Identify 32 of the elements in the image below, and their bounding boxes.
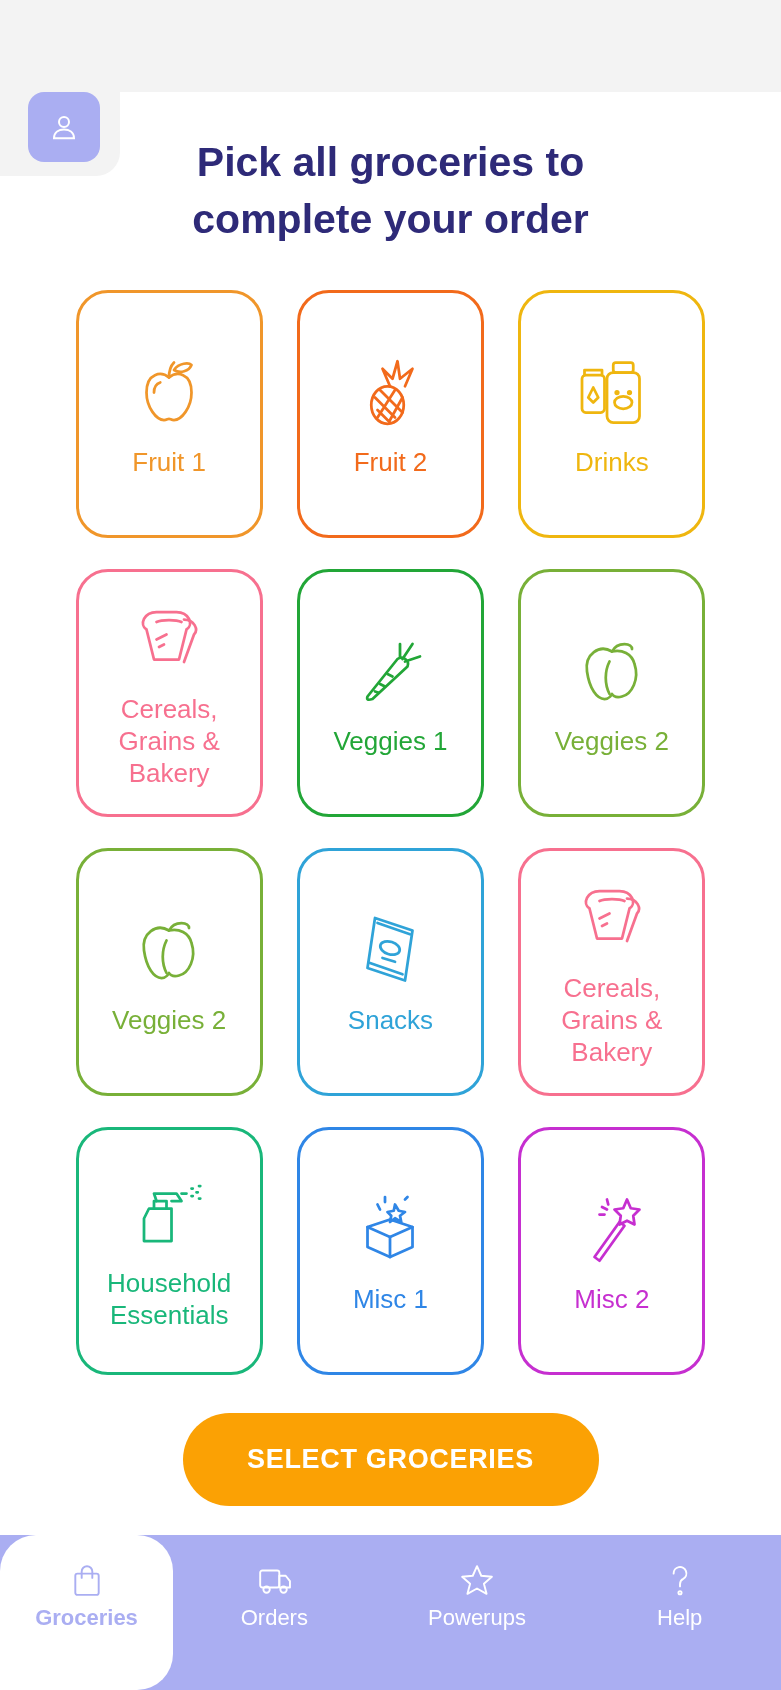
select-groceries-button[interactable]: SELECT GROCERIES xyxy=(182,1413,599,1506)
nav-tab[interactable]: Powerups xyxy=(375,1535,579,1690)
category-label: Veggies 1 xyxy=(333,725,448,757)
grocery-category-tile[interactable]: Misc 2 xyxy=(518,1127,706,1375)
grocery-category-tile[interactable]: Cereals, Grains & Bakery xyxy=(518,848,706,1096)
nav-tab[interactable]: Help xyxy=(578,1535,781,1690)
grocery-category-tile[interactable]: Drinks xyxy=(518,290,706,538)
category-label: Misc 2 xyxy=(574,1283,650,1315)
grocery-category-tile[interactable]: Household Essentials xyxy=(75,1127,263,1375)
profile-button[interactable] xyxy=(28,92,100,162)
grocery-category-tile[interactable]: Misc 1 xyxy=(296,1127,485,1375)
category-label: Drinks xyxy=(575,446,649,478)
category-label: Snacks xyxy=(347,1004,434,1036)
category-label: Veggies 2 xyxy=(112,1004,227,1036)
category-label: Misc 1 xyxy=(352,1283,429,1315)
grocery-category-tile[interactable]: Veggies 2 xyxy=(518,569,706,817)
grocery-category-tile[interactable]: Fruit 1 xyxy=(75,290,263,538)
category-label: Household Essentials xyxy=(106,1267,233,1331)
category-label: Cereals, Grains & Bakery xyxy=(117,693,221,789)
nav-tab[interactable]: Groceries xyxy=(0,1535,173,1690)
category-label: Fruit 2 xyxy=(353,446,428,478)
grocery-category-tile[interactable]: Fruit 2 xyxy=(296,290,485,538)
page-title: Pick all groceries to complete your order xyxy=(191,138,590,244)
star-icon xyxy=(460,1563,494,1597)
category-label: Fruit 1 xyxy=(132,446,206,478)
category-label: Cereals, Grains & Bakery xyxy=(560,972,664,1068)
nav-tab[interactable]: Orders xyxy=(173,1535,376,1690)
grocery-category-tile[interactable]: Cereals, Grains & Bakery xyxy=(75,569,263,817)
category-label: Veggies 2 xyxy=(554,725,669,757)
grocery-category-tile[interactable]: Veggies 2 xyxy=(75,848,263,1096)
grocery-category-tile[interactable]: Veggies 1 xyxy=(296,569,485,817)
grocery-category-tile[interactable]: Snacks xyxy=(296,848,485,1096)
